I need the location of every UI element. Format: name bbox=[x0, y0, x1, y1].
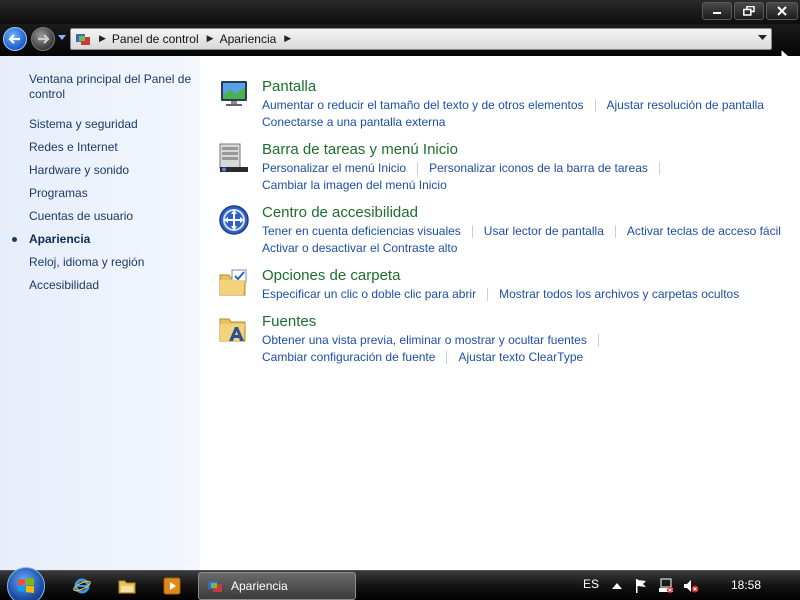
link-separator bbox=[487, 288, 489, 301]
link-separator bbox=[658, 162, 660, 175]
sidebar-item-control-panel-home[interactable]: Ventana principal del Panel de bbox=[29, 71, 191, 87]
start-button[interactable] bbox=[7, 567, 45, 600]
link-ajustar-resolucion[interactable]: Ajustar resolución de pantalla bbox=[607, 98, 764, 112]
navigation-bar: ▶ Panel de control ▶ Apariencia ▶ bbox=[0, 24, 800, 68]
folder-options-icon bbox=[219, 269, 247, 296]
close-icon bbox=[777, 6, 787, 16]
internet-explorer-icon bbox=[73, 578, 91, 594]
link-lector-pantalla[interactable]: Usar lector de pantalla bbox=[484, 224, 604, 238]
taskbar: Apariencia ES 18:58 bbox=[0, 567, 800, 600]
link-row: Conectarse a una pantalla externa bbox=[262, 115, 445, 129]
breadcrumb-apariencia[interactable]: Apariencia bbox=[220, 32, 277, 46]
taskbar-window-apariencia[interactable]: Apariencia bbox=[198, 572, 356, 600]
link-deficiencias-visuales[interactable]: Tener en cuenta deficiencias visuales bbox=[262, 224, 461, 238]
link-row: Obtener una vista previa, eliminar o mos… bbox=[262, 333, 610, 347]
link-separator bbox=[594, 99, 596, 112]
category-title[interactable]: Opciones de carpeta bbox=[262, 267, 400, 284]
link-row: Aumentar o reducir el tamaño del texto y… bbox=[262, 98, 764, 112]
fonts-folder-icon bbox=[219, 318, 246, 342]
main-content: Pantalla Aumentar o reducir el tamaño de… bbox=[200, 56, 800, 570]
sidebar-item-cuentas-usuario[interactable]: Cuentas de usuario bbox=[29, 208, 133, 224]
link-personalizar-iconos[interactable]: Personalizar iconos de la barra de tarea… bbox=[429, 161, 648, 175]
title-bar bbox=[0, 0, 800, 24]
media-player-launcher[interactable] bbox=[162, 576, 182, 596]
clock[interactable]: 18:58 bbox=[731, 578, 761, 592]
control-panel-icon bbox=[75, 32, 91, 46]
breadcrumb-panel-de-control[interactable]: Panel de control bbox=[112, 32, 199, 46]
windows-logo-icon bbox=[18, 578, 34, 593]
sidebar-item-redes-internet[interactable]: Redes e Internet bbox=[29, 139, 118, 155]
link-configuracion-fuente[interactable]: Cambiar configuración de fuente bbox=[262, 350, 435, 364]
link-aumentar-reducir-texto[interactable]: Aumentar o reducir el tamaño del texto y… bbox=[262, 98, 584, 112]
link-teclas-acceso-facil[interactable]: Activar teclas de acceso fácil bbox=[627, 224, 781, 238]
explorer-launcher[interactable] bbox=[117, 576, 137, 596]
breadcrumb-separator[interactable]: ▶ bbox=[284, 34, 291, 44]
link-row: Cambiar la imagen del menú Inicio bbox=[262, 178, 447, 192]
sidebar: Ventana principal del Panel de control S… bbox=[0, 56, 200, 570]
back-arrow-icon bbox=[8, 34, 20, 44]
sidebar-item-sistema-seguridad[interactable]: Sistema y seguridad bbox=[29, 116, 138, 132]
chevron-down-icon[interactable] bbox=[758, 35, 767, 41]
show-hidden-icons-icon[interactable] bbox=[612, 582, 622, 590]
breadcrumb-separator[interactable]: ▶ bbox=[207, 34, 214, 44]
link-separator bbox=[446, 351, 448, 364]
language-indicator[interactable]: ES bbox=[583, 577, 599, 591]
forward-arrow-icon bbox=[38, 34, 50, 44]
sidebar-item-apariencia[interactable]: Apariencia bbox=[29, 231, 90, 247]
sidebar-item-programas[interactable]: Programas bbox=[29, 185, 88, 201]
link-separator bbox=[614, 225, 616, 238]
link-clic-doble-clic[interactable]: Especificar un clic o doble clic para ab… bbox=[262, 287, 476, 301]
link-row: Activar o desactivar el Contraste alto bbox=[262, 241, 457, 255]
address-bar[interactable]: ▶ Panel de control ▶ Apariencia ▶ bbox=[70, 28, 772, 50]
category-title[interactable]: Pantalla bbox=[262, 78, 316, 95]
volume-muted-icon[interactable] bbox=[683, 578, 699, 594]
sidebar-item-control-panel-home[interactable]: control bbox=[29, 86, 65, 102]
close-button[interactable] bbox=[766, 2, 798, 20]
category-title[interactable]: Fuentes bbox=[262, 313, 316, 330]
category-title[interactable]: Centro de accesibilidad bbox=[262, 204, 418, 221]
restore-icon bbox=[743, 6, 755, 16]
link-row: Tener en cuenta deficiencias visuales Us… bbox=[262, 224, 781, 238]
network-icon[interactable] bbox=[658, 578, 674, 594]
link-row: Personalizar el menú Inicio Personalizar… bbox=[262, 161, 671, 175]
taskbar-window-label: Apariencia bbox=[231, 579, 288, 593]
minimize-button[interactable] bbox=[702, 2, 732, 20]
link-archivos-ocultos[interactable]: Mostrar todos los archivos y carpetas oc… bbox=[499, 287, 739, 301]
link-row: Cambiar configuración de fuente Ajustar … bbox=[262, 350, 583, 364]
link-separator bbox=[471, 225, 473, 238]
sidebar-item-hardware-sonido[interactable]: Hardware y sonido bbox=[29, 162, 129, 178]
folder-icon bbox=[118, 580, 136, 594]
restore-button[interactable] bbox=[734, 2, 764, 20]
back-button[interactable] bbox=[3, 27, 27, 51]
link-personalizar-menu-inicio[interactable]: Personalizar el menú Inicio bbox=[262, 161, 406, 175]
active-item-bullet bbox=[12, 237, 17, 242]
action-center-flag-icon[interactable] bbox=[634, 578, 648, 594]
control-panel-icon bbox=[208, 581, 222, 592]
sidebar-item-accesibilidad[interactable]: Accesibilidad bbox=[29, 277, 99, 293]
minimize-icon bbox=[713, 12, 721, 14]
taskbar-icon bbox=[219, 143, 248, 172]
internet-explorer-launcher[interactable] bbox=[72, 576, 92, 596]
category-title[interactable]: Barra de tareas y menú Inicio bbox=[262, 141, 458, 158]
link-separator bbox=[417, 162, 419, 175]
link-vista-previa-fuentes[interactable]: Obtener una vista previa, eliminar o mos… bbox=[262, 333, 587, 347]
recent-pages-dropdown-icon[interactable] bbox=[58, 35, 66, 41]
link-pantalla-externa[interactable]: Conectarse a una pantalla externa bbox=[262, 115, 445, 129]
link-row: Especificar un clic o doble clic para ab… bbox=[262, 287, 739, 301]
link-cleartype[interactable]: Ajustar texto ClearType bbox=[458, 350, 583, 364]
forward-button[interactable] bbox=[31, 27, 55, 51]
breadcrumb-separator[interactable]: ▶ bbox=[99, 34, 106, 44]
display-icon bbox=[221, 81, 247, 106]
link-separator bbox=[597, 334, 599, 347]
accessibility-icon bbox=[219, 205, 249, 235]
media-player-icon bbox=[163, 577, 181, 595]
link-contraste-alto[interactable]: Activar o desactivar el Contraste alto bbox=[262, 241, 457, 255]
link-cambiar-imagen-menu[interactable]: Cambiar la imagen del menú Inicio bbox=[262, 178, 447, 192]
sidebar-item-reloj-idioma-region[interactable]: Reloj, idioma y región bbox=[29, 254, 144, 270]
